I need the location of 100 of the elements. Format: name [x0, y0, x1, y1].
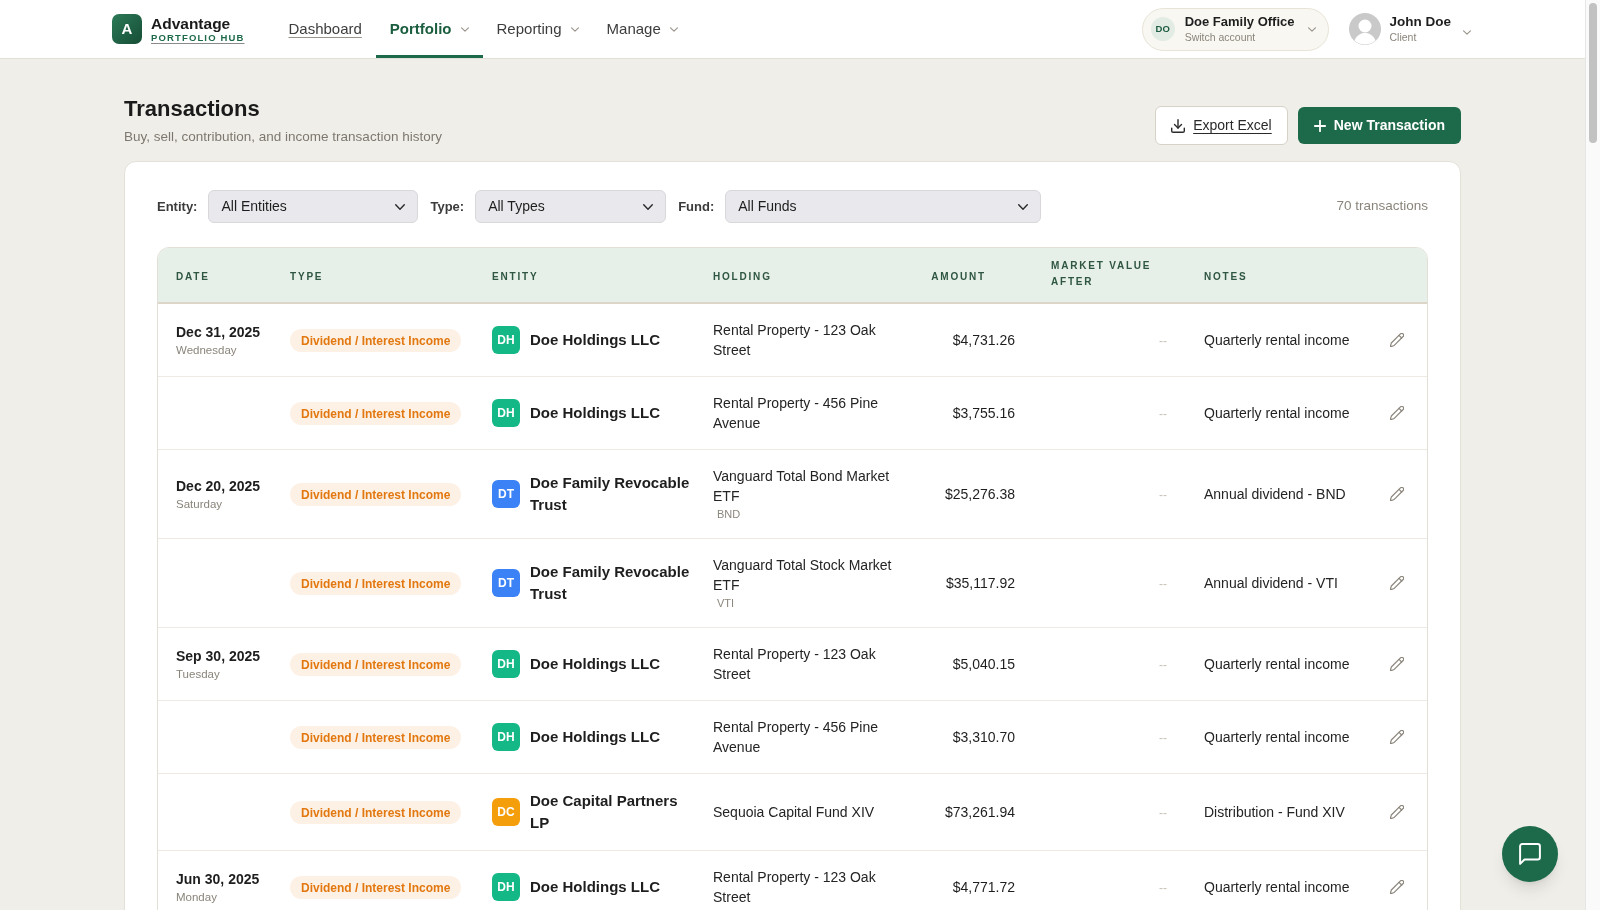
type-badge: Dividend / Interest Income — [290, 572, 462, 596]
holding-name: Rental Property - 456 Pine Avenue — [713, 718, 879, 757]
entity-avatar: DC — [492, 798, 520, 826]
column-header: ENTITY — [492, 270, 539, 284]
page-title: Transactions — [124, 95, 260, 123]
type-badge: Dividend / Interest Income — [290, 402, 462, 426]
holding-name: Rental Property - 123 Oak Street — [713, 868, 877, 907]
ticker-text: BND — [716, 507, 741, 522]
filter-select[interactable]: All Types — [475, 190, 667, 223]
notes-text: Distribution - Fund XIV — [1204, 804, 1345, 820]
notes-text: Annual dividend - VTI — [1204, 575, 1338, 591]
edit-button[interactable] — [1390, 333, 1404, 347]
type-badge: Dividend / Interest Income — [290, 726, 462, 750]
holding-name: Rental Property - 123 Oak Street — [713, 321, 877, 360]
edit-button[interactable] — [1390, 880, 1404, 894]
scrollbar-thumb[interactable] — [1589, 3, 1597, 143]
pencil-icon — [1390, 730, 1404, 744]
pencil-icon — [1390, 805, 1404, 819]
account-initials: DO — [1150, 17, 1175, 41]
holding-name: Vanguard Total Bond Market ETF — [713, 467, 891, 506]
market-value-text: -- — [1159, 488, 1167, 502]
type-badge: Dividend / Interest Income — [290, 329, 462, 353]
chevron-down-icon — [1018, 203, 1029, 210]
holding-name: Rental Property - 123 Oak Street — [713, 645, 877, 684]
amount-text: $25,276.38 — [944, 486, 1015, 502]
column-header: DATE — [176, 270, 210, 284]
pencil-icon — [1390, 333, 1404, 347]
filter-label: Fund: — [678, 197, 715, 216]
weekday-text: Wednesday — [176, 342, 237, 358]
edit-button[interactable] — [1390, 805, 1404, 819]
column-header: HOLDING — [713, 270, 772, 284]
transaction-count: 70 transactions — [1336, 197, 1428, 216]
holding-name: Vanguard Total Stock Market ETF — [713, 556, 893, 595]
plus-icon — [1313, 119, 1326, 132]
edit-button[interactable] — [1390, 657, 1404, 671]
column-header: MARKET VALUE AFTER — [1051, 259, 1153, 289]
holding-name: Sequoia Capital Fund XIV — [713, 803, 875, 822]
pencil-icon — [1390, 487, 1404, 501]
chat-bubble-icon — [1519, 843, 1541, 865]
date-text: Jun 30, 2025 — [176, 869, 260, 889]
date-text: Sep 30, 2025 — [176, 646, 261, 666]
edit-button[interactable] — [1390, 406, 1404, 420]
entity-avatar: DH — [492, 873, 520, 901]
entity-avatar: DT — [492, 569, 520, 597]
account-switcher[interactable]: DO Doe Family Office Switch account — [1141, 7, 1330, 51]
notes-text: Quarterly rental income — [1204, 879, 1350, 895]
chat-button[interactable] — [1502, 826, 1558, 882]
chevron-down-icon — [460, 26, 469, 32]
notes-text: Quarterly rental income — [1204, 656, 1350, 672]
amount-text: $3,755.16 — [952, 405, 1015, 421]
edit-button[interactable] — [1390, 576, 1404, 590]
notes-text: Quarterly rental income — [1204, 332, 1350, 348]
market-value-text: -- — [1159, 334, 1167, 348]
export-button[interactable]: Export Excel — [1155, 106, 1288, 145]
chevron-down-icon — [395, 203, 406, 210]
column-header: TYPE — [290, 270, 324, 284]
column-header: NOTES — [1204, 270, 1248, 284]
market-value-text: -- — [1159, 881, 1167, 895]
entity-name: Doe Holdings LLC — [530, 654, 661, 674]
ticker-text: VTI — [716, 596, 735, 611]
filter-select[interactable]: All Funds — [725, 190, 1042, 223]
nav-tab[interactable]: Manage — [592, 0, 692, 58]
nav-tab[interactable]: Portfolio — [375, 0, 483, 58]
chevron-down-icon — [669, 26, 678, 32]
weekday-text: Saturday — [176, 496, 223, 512]
pencil-icon — [1390, 657, 1404, 671]
entity-avatar: DH — [492, 399, 520, 427]
edit-button[interactable] — [1390, 487, 1404, 501]
chevron-down-icon — [1463, 29, 1471, 35]
nav-tab[interactable]: Reporting — [482, 0, 593, 58]
new-transaction-button[interactable]: New Transaction — [1297, 107, 1461, 144]
type-badge: Dividend / Interest Income — [290, 801, 462, 825]
market-value-text: -- — [1159, 658, 1167, 672]
entity-name: Doe Holdings LLC — [530, 727, 661, 747]
page-subtitle: Buy, sell, contribution, and income transaction history — [124, 128, 442, 146]
chevron-down-icon — [643, 203, 654, 210]
user-role: Client — [1389, 30, 1417, 45]
column-header: AMOUNT — [931, 270, 986, 284]
account-name: Doe Family Office — [1184, 14, 1295, 30]
market-value-text: -- — [1159, 806, 1167, 820]
entity-avatar: DT — [492, 480, 520, 508]
account-hint: Switch account — [1184, 30, 1256, 44]
entity-name: Doe Holdings LLC — [530, 877, 661, 897]
edit-button[interactable] — [1390, 730, 1404, 744]
chevron-down-icon — [570, 26, 579, 32]
market-value-text: -- — [1159, 731, 1167, 745]
date-text: Dec 31, 2025 — [176, 322, 261, 342]
date-text: Dec 20, 2025 — [176, 476, 261, 496]
pencil-icon — [1390, 406, 1404, 420]
entity-avatar: DH — [492, 650, 520, 678]
weekday-text: Tuesday — [176, 666, 220, 682]
scrollbar[interactable] — [1585, 0, 1600, 910]
notes-text: Quarterly rental income — [1204, 405, 1350, 421]
market-value-text: -- — [1159, 577, 1167, 591]
filter-select[interactable]: All Entities — [208, 190, 419, 223]
nav-tab[interactable]: Dashboard — [274, 0, 376, 58]
logo-mark[interactable]: A — [112, 14, 142, 44]
type-badge: Dividend / Interest Income — [290, 483, 462, 507]
filter-label: Entity: — [157, 197, 198, 216]
download-icon — [1171, 118, 1186, 133]
